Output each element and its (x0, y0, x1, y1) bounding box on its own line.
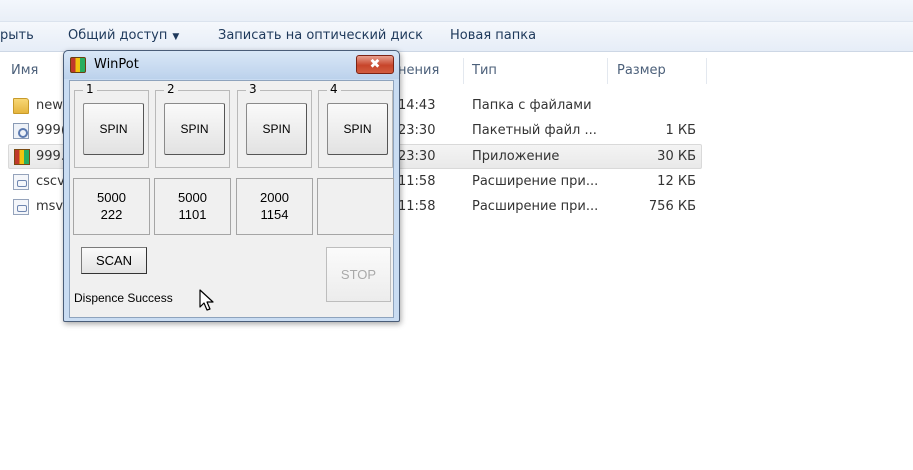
spin-button-2[interactable]: SPIN (164, 103, 225, 155)
denomination-value: 2000 (260, 190, 289, 205)
file-name: 999( (36, 123, 66, 138)
file-size: 756 КБ (648, 199, 696, 214)
cassette-value-4 (317, 178, 394, 235)
cassette-group-3: 3 SPIN (237, 82, 312, 168)
burn-disc-button[interactable]: Записать на оптический диск (218, 28, 423, 43)
file-size: 30 КБ (657, 149, 696, 164)
column-header-date[interactable]: нения (398, 58, 439, 84)
notes-count-value: 1101 (178, 207, 207, 222)
file-time: 11:58 (398, 199, 436, 214)
file-size: 12 КБ (657, 174, 696, 189)
close-button[interactable]: ✖ (356, 55, 394, 74)
winpot-window: WinPot ✖ 1 SPIN 2 SPIN 3 SPIN 4 SPIN 500… (63, 50, 400, 322)
slot-app-icon (14, 149, 30, 165)
share-label: Общий доступ (68, 28, 168, 43)
cassette-group-4: 4 SPIN (318, 82, 393, 168)
file-time: 14:43 (398, 98, 436, 113)
file-time: 23:30 (398, 149, 436, 164)
open-button[interactable]: рыть (0, 28, 34, 43)
file-type: Расширение при... (472, 199, 599, 214)
cassette-value-2: 5000 1101 (154, 178, 231, 235)
dll-icon (13, 174, 29, 190)
notes-count-value: 1154 (260, 207, 289, 222)
column-divider[interactable] (607, 58, 608, 84)
cassette-number: 3 (246, 82, 260, 96)
batch-file-icon (13, 123, 29, 139)
status-text: Dispence Success (74, 291, 173, 305)
file-name: 999. (36, 149, 65, 164)
winpot-titlebar[interactable]: WinPot ✖ (64, 51, 399, 79)
stop-button[interactable]: STOP (326, 247, 391, 302)
new-folder-button[interactable]: Новая папка (450, 28, 536, 43)
folder-icon (13, 98, 29, 114)
chevron-down-icon: ▼ (172, 32, 180, 42)
notes-count-value: 222 (100, 207, 123, 222)
spin-button-4[interactable]: SPIN (327, 103, 388, 155)
cassette-group-1: 1 SPIN (74, 82, 149, 168)
cassette-number: 2 (164, 82, 178, 96)
file-name: new (36, 98, 63, 113)
slot-machine-icon (70, 57, 86, 73)
mouse-cursor-icon (199, 289, 214, 311)
column-header-name[interactable]: Имя (11, 58, 38, 84)
file-size: 1 КБ (665, 123, 696, 138)
file-name: cscv (36, 174, 65, 189)
column-divider[interactable] (463, 58, 464, 84)
cassette-value-1: 5000 222 (73, 178, 150, 235)
cassette-number: 1 (83, 82, 97, 96)
window-title: WinPot (94, 57, 139, 72)
file-time: 23:30 (398, 123, 436, 138)
cassette-group-2: 2 SPIN (155, 82, 230, 168)
explorer-address-strip (0, 0, 913, 22)
spin-button-3[interactable]: SPIN (246, 103, 307, 155)
denomination-value: 5000 (97, 190, 126, 205)
close-icon: ✖ (369, 57, 381, 72)
denomination-value: 5000 (178, 190, 207, 205)
spin-button-1[interactable]: SPIN (83, 103, 144, 155)
file-type: Приложение (472, 149, 560, 164)
column-header-size[interactable]: Размер (617, 58, 666, 84)
explorer-toolbar: рыть Общий доступ ▼ Записать на оптически… (0, 22, 913, 52)
column-header-type[interactable]: Тип (472, 58, 497, 84)
file-time: 11:58 (398, 174, 436, 189)
dll-icon (13, 199, 29, 215)
file-name: msv (36, 199, 64, 214)
file-type: Папка с файлами (472, 98, 592, 113)
cassette-value-3: 2000 1154 (236, 178, 313, 235)
file-type: Расширение при... (472, 174, 599, 189)
share-menu-button[interactable]: Общий доступ ▼ (68, 28, 179, 43)
winpot-client-area: 1 SPIN 2 SPIN 3 SPIN 4 SPIN 5000 222 500… (69, 80, 394, 318)
cassette-number: 4 (327, 82, 341, 96)
file-type: Пакетный файл ... (472, 123, 597, 138)
desktop-screen: рыть Общий доступ ▼ Записать на оптически… (0, 0, 913, 470)
scan-button[interactable]: SCAN (81, 247, 147, 274)
column-divider[interactable] (706, 58, 707, 84)
